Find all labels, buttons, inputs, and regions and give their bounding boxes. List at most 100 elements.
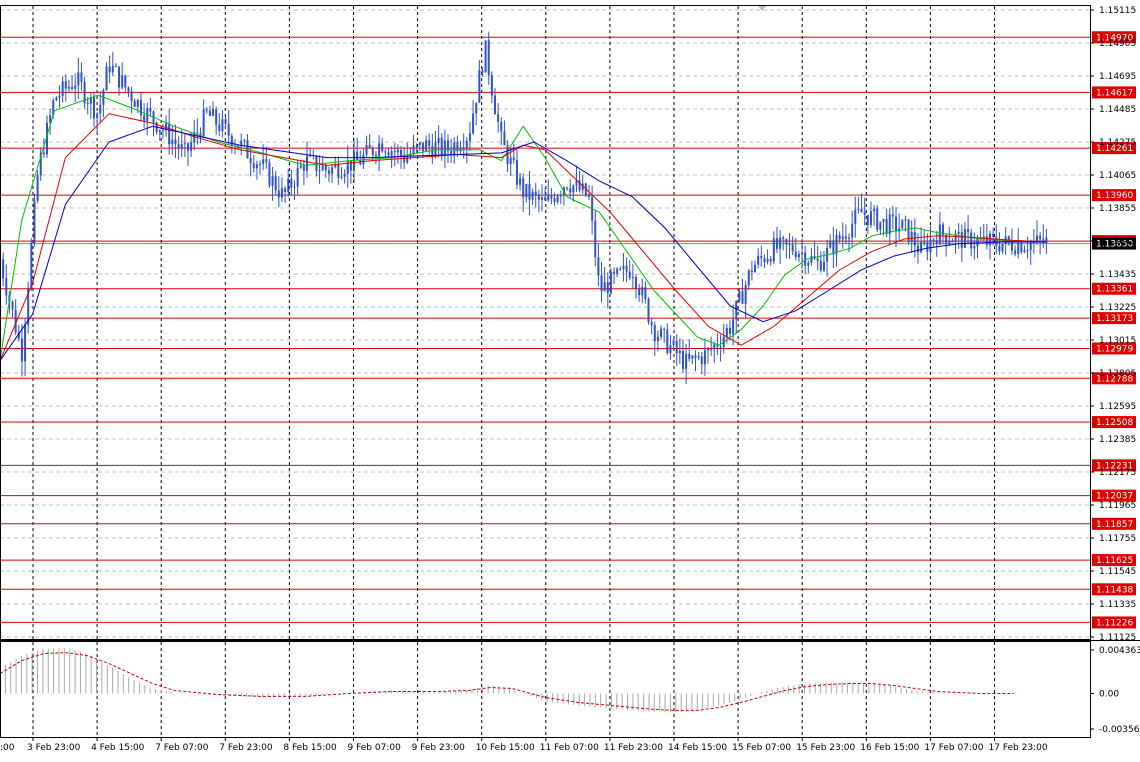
candle bbox=[475, 102, 478, 126]
level-lines: 1.149701.146171.142611.139601.136661.133… bbox=[0, 31, 1136, 629]
candle bbox=[854, 196, 857, 238]
candle-body bbox=[412, 145, 415, 154]
candle bbox=[124, 74, 127, 92]
candle bbox=[522, 173, 525, 212]
candle-body bbox=[769, 259, 772, 262]
candle bbox=[625, 257, 628, 283]
candle bbox=[594, 210, 597, 267]
candle-body bbox=[497, 114, 500, 122]
candle-body bbox=[512, 157, 515, 161]
candle-body bbox=[428, 140, 431, 147]
candle-body bbox=[519, 178, 522, 185]
candle-body bbox=[472, 113, 475, 134]
candle-body bbox=[218, 124, 221, 132]
candle-body bbox=[951, 241, 954, 243]
level-label: 1.11438 bbox=[1096, 585, 1133, 595]
candle-body bbox=[622, 265, 625, 269]
candle bbox=[11, 300, 14, 318]
candle-body bbox=[707, 349, 710, 351]
candle bbox=[989, 230, 992, 260]
candle-body bbox=[2, 259, 5, 279]
candle-body bbox=[916, 245, 919, 253]
candle-body bbox=[478, 70, 481, 103]
candle-body bbox=[807, 262, 810, 266]
candle bbox=[1023, 245, 1026, 254]
candle bbox=[600, 261, 603, 303]
candle-body bbox=[453, 142, 456, 154]
candle bbox=[785, 238, 788, 259]
price-tick-label: 1.12805 bbox=[1099, 369, 1136, 379]
candle bbox=[782, 235, 785, 251]
candle bbox=[550, 187, 553, 205]
candle bbox=[1020, 240, 1023, 255]
candle bbox=[396, 144, 399, 164]
candle-body bbox=[86, 102, 89, 104]
candle-body bbox=[634, 276, 637, 289]
candle-body bbox=[243, 140, 246, 142]
candle-body bbox=[688, 353, 691, 359]
candle bbox=[130, 86, 133, 114]
candle bbox=[910, 220, 913, 253]
price-tick-label: 1.11545 bbox=[1099, 567, 1136, 577]
time-label: 11 Feb 07:00 bbox=[540, 743, 599, 753]
candle bbox=[653, 321, 656, 356]
candle-body bbox=[725, 327, 728, 337]
candle bbox=[641, 278, 644, 304]
candle-body bbox=[766, 259, 769, 263]
candle-body bbox=[277, 190, 280, 198]
candle bbox=[559, 190, 562, 205]
candle-body bbox=[775, 238, 778, 249]
candle bbox=[866, 214, 869, 235]
time-label: 14 Feb 15:00 bbox=[668, 743, 727, 753]
candle bbox=[754, 260, 757, 273]
candle bbox=[835, 229, 838, 267]
candle bbox=[378, 135, 381, 172]
candle bbox=[515, 149, 518, 190]
candle-body bbox=[772, 238, 775, 262]
candle-body bbox=[1017, 243, 1020, 255]
osc-tick-label: 0.00 bbox=[1099, 689, 1119, 699]
time-label: 4 Feb 15:00 bbox=[91, 743, 145, 753]
candle bbox=[139, 92, 142, 122]
candle-body bbox=[346, 160, 349, 175]
candle-body bbox=[566, 187, 569, 189]
candle-body bbox=[860, 208, 863, 213]
candle-body bbox=[262, 159, 265, 165]
price-tick-label: 1.12595 bbox=[1099, 402, 1136, 412]
candle-body bbox=[678, 350, 681, 354]
candle-body bbox=[851, 223, 854, 238]
candle bbox=[20, 324, 23, 377]
candle-body bbox=[149, 107, 152, 112]
candle-body bbox=[208, 110, 211, 116]
candle-body bbox=[1026, 250, 1029, 252]
candle bbox=[540, 184, 543, 212]
chart-canvas[interactable]: 1.149701.146171.142611.139601.136661.133… bbox=[0, 0, 1140, 757]
candle bbox=[365, 135, 368, 157]
candle bbox=[293, 180, 296, 201]
candle bbox=[362, 148, 365, 170]
candle-body bbox=[381, 143, 384, 152]
candle-body bbox=[406, 156, 409, 163]
candle-body bbox=[136, 100, 139, 107]
candle-body bbox=[888, 214, 891, 234]
candle-body bbox=[948, 241, 951, 244]
candle-body bbox=[296, 167, 299, 187]
price-chart[interactable]: 1.149701.146171.142611.139601.136661.133… bbox=[0, 0, 1140, 757]
candle-body bbox=[531, 191, 534, 200]
candle bbox=[647, 297, 650, 325]
time-label: 9 Feb 23:00 bbox=[412, 743, 466, 753]
candle bbox=[368, 133, 371, 149]
candle-body bbox=[161, 130, 164, 132]
candle-body bbox=[819, 260, 822, 271]
candle-body bbox=[587, 195, 590, 198]
candle-body bbox=[544, 197, 547, 201]
candle bbox=[503, 120, 506, 146]
candle bbox=[108, 55, 111, 84]
candle-body bbox=[973, 246, 976, 249]
candle bbox=[613, 267, 616, 285]
candle-body bbox=[450, 150, 453, 154]
candle bbox=[807, 260, 810, 274]
candle-body bbox=[663, 328, 666, 330]
candle bbox=[763, 254, 766, 269]
candle bbox=[472, 100, 475, 135]
